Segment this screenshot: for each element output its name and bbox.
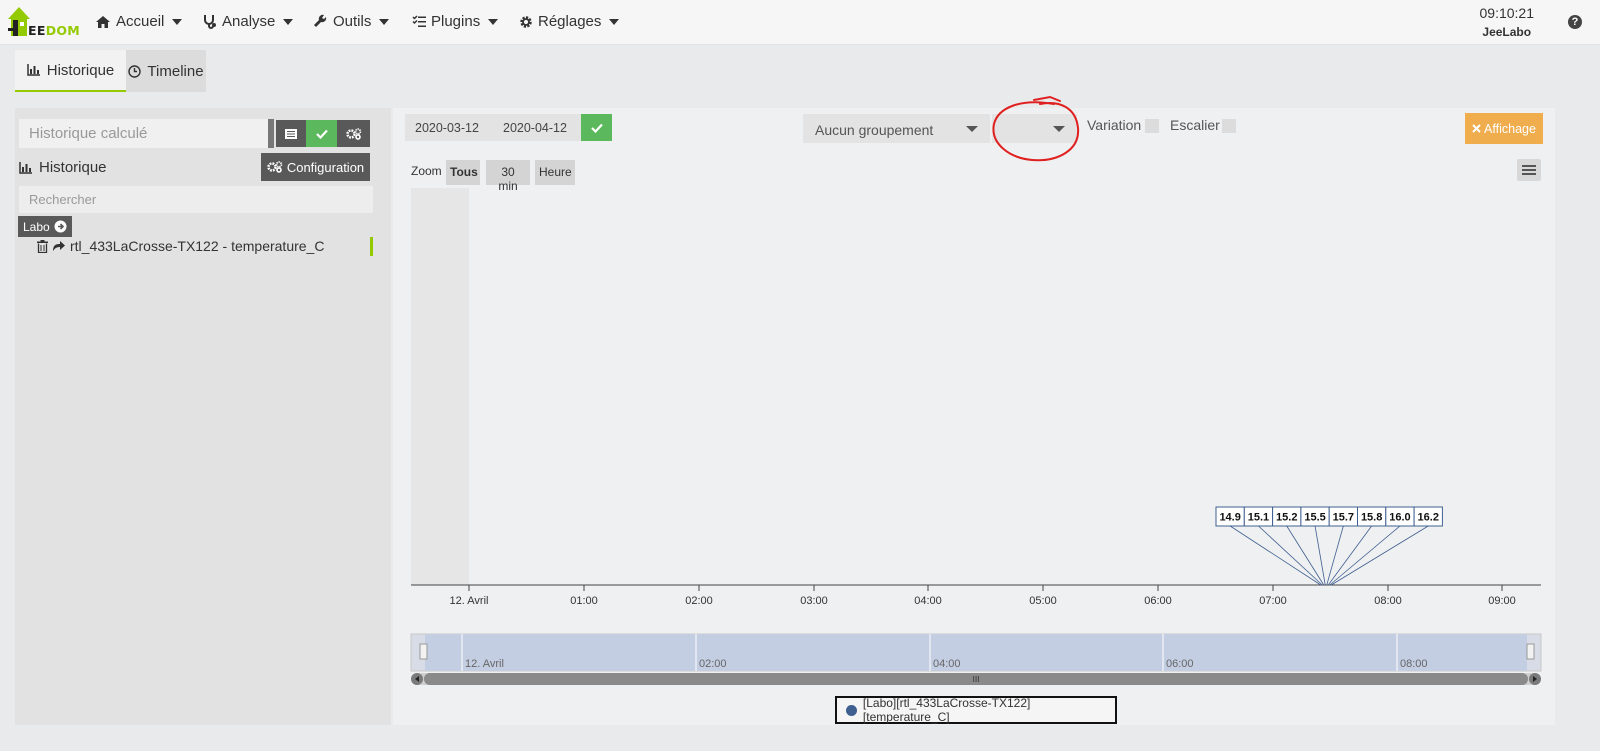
- object-labo-label: Labo: [23, 219, 50, 234]
- list-icon: [285, 128, 297, 139]
- nav-plugins[interactable]: Plugins: [412, 13, 499, 30]
- left-panel: Historique calculé Historique Configurat…: [15, 108, 391, 725]
- plot-band: [411, 188, 469, 585]
- nav-analyse[interactable]: Analyse: [203, 13, 294, 30]
- data-label: 15.8: [1361, 512, 1382, 524]
- legend-series-label: [Labo][rtl_433LaCrosse-TX122][temperatur…: [862, 696, 1031, 724]
- history-section-label: Historique: [19, 159, 107, 176]
- data-label: 15.2: [1276, 512, 1297, 524]
- navigator-tick-label: 02:00: [699, 658, 727, 670]
- search-input[interactable]: Rechercher: [19, 186, 373, 213]
- tasks-icon: [412, 15, 426, 27]
- cogs-icon: [267, 161, 283, 173]
- stethoscope-icon: [204, 15, 216, 29]
- clock: 09:10:21 JeeLabo: [1480, 5, 1535, 39]
- data-label-connector: [1286, 525, 1325, 586]
- x-tick-label: 05:00: [1029, 595, 1057, 607]
- nav-accueil[interactable]: Accueil: [95, 13, 183, 30]
- home-icon: [96, 15, 110, 28]
- x-tick-label: 12. Avril: [450, 595, 489, 607]
- data-label: 15.1: [1248, 512, 1269, 524]
- navigator-tick-label: 04:00: [933, 658, 961, 670]
- data-label-connector: [1258, 525, 1323, 586]
- data-label: 15.5: [1304, 512, 1325, 524]
- x-tick-label: 09:00: [1488, 595, 1516, 607]
- configuration-button-label: Configuration: [286, 159, 365, 175]
- jeedom-logo[interactable]: EEDOM: [6, 4, 81, 40]
- help-icon[interactable]: ?: [1568, 15, 1582, 29]
- navbar: EEDOM Accueil Analyse Outils Plugins Rég…: [0, 0, 1600, 45]
- clock-time: 09:10:21: [1479, 5, 1535, 21]
- data-label: 16.0: [1389, 512, 1410, 524]
- data-label-connector: [1314, 525, 1326, 586]
- command-row[interactable]: rtl_433LaCrosse-TX122 - temperature_C: [37, 238, 324, 254]
- clock-icon: [128, 64, 142, 78]
- nav-outils[interactable]: Outils: [313, 13, 390, 30]
- configuration-button[interactable]: Configuration: [261, 153, 370, 181]
- tab-historique-label: Historique: [46, 61, 115, 79]
- tab-timeline[interactable]: Timeline: [126, 50, 206, 92]
- logo-text-suffix: DOM: [45, 23, 81, 38]
- chart-legend[interactable]: [Labo][rtl_433LaCrosse-TX122][temperatur…: [835, 696, 1117, 724]
- x-tick-label: 01:00: [570, 595, 598, 607]
- navigator-selection: [425, 634, 1527, 671]
- x-tick-label: 07:00: [1259, 595, 1287, 607]
- history-section-text: Historique: [39, 159, 107, 176]
- x-tick-label: 04:00: [914, 595, 942, 607]
- chart-navigator[interactable]: 12. Avril 02:00 04:00 06:00 08:00 III: [410, 633, 1542, 685]
- scrollbar-grip: III: [972, 675, 979, 684]
- trash-icon[interactable]: [37, 239, 48, 253]
- main-chart-area: 12. Avril 01:00 02:00 03:00 04:00 05:00 06:00 0…: [411, 506, 1541, 607]
- tab-timeline-label: Timeline: [147, 62, 204, 80]
- data-label: 14.9: [1219, 512, 1240, 524]
- data-label: 16.2: [1418, 512, 1439, 524]
- x-tick-label: 08:00: [1374, 595, 1402, 607]
- nav-accueil-label: Accueil: [116, 13, 165, 30]
- navigator-tick-label: 12. Avril: [465, 658, 504, 670]
- cogs-icon: [345, 127, 361, 140]
- logo-text-prefix: EE: [28, 23, 46, 38]
- share-icon[interactable]: [52, 240, 66, 252]
- x-tick-label: 03:00: [800, 595, 828, 607]
- data-label-connector: [1229, 525, 1321, 586]
- wrench-icon: [314, 14, 327, 27]
- arrow-circle-right-icon: [54, 220, 67, 233]
- cog-icon: [520, 15, 532, 28]
- right-panel: 2020-03-12 2020-04-12 Aucun groupement V…: [393, 108, 1555, 725]
- command-color-bar: [370, 237, 373, 256]
- legend-series-marker: [846, 704, 857, 716]
- chart-icon: [26, 64, 40, 76]
- nav-reglages[interactable]: Réglages: [519, 13, 620, 30]
- calc-config-button[interactable]: [337, 120, 370, 147]
- input-resize-handle[interactable]: [268, 119, 274, 148]
- navigator-handle: [419, 643, 428, 660]
- data-label: 15.7: [1333, 512, 1354, 524]
- data-label-connector: [1331, 525, 1429, 586]
- nav-outils-label: Outils: [333, 13, 372, 30]
- check-icon: [315, 129, 328, 139]
- navigator-handle: [1526, 643, 1535, 660]
- nav-plugins-label: Plugins: [431, 13, 481, 30]
- command-label: rtl_433LaCrosse-TX122 - temperature_C: [70, 238, 325, 254]
- validate-calc-button[interactable]: [306, 120, 337, 147]
- chart-icon: [19, 161, 32, 174]
- x-tick-label: 06:00: [1144, 595, 1172, 607]
- navigator-tick-label: 06:00: [1166, 658, 1194, 670]
- nav-reglages-label: Réglages: [538, 13, 602, 30]
- list-button[interactable]: [276, 120, 306, 147]
- calculated-history-input[interactable]: Historique calculé: [19, 119, 272, 148]
- x-tick-label: 02:00: [685, 595, 713, 607]
- tab-historique[interactable]: Historique: [15, 50, 126, 92]
- object-labo-badge[interactable]: Labo: [18, 216, 72, 237]
- history-chart: 12. Avril 01:00 02:00 03:00 04:00 05:00 06:00 0…: [410, 188, 1542, 685]
- navigator-tick-label: 08:00: [1400, 658, 1428, 670]
- nav-analyse-label: Analyse: [222, 13, 276, 30]
- user-name[interactable]: JeeLabo: [1480, 25, 1535, 39]
